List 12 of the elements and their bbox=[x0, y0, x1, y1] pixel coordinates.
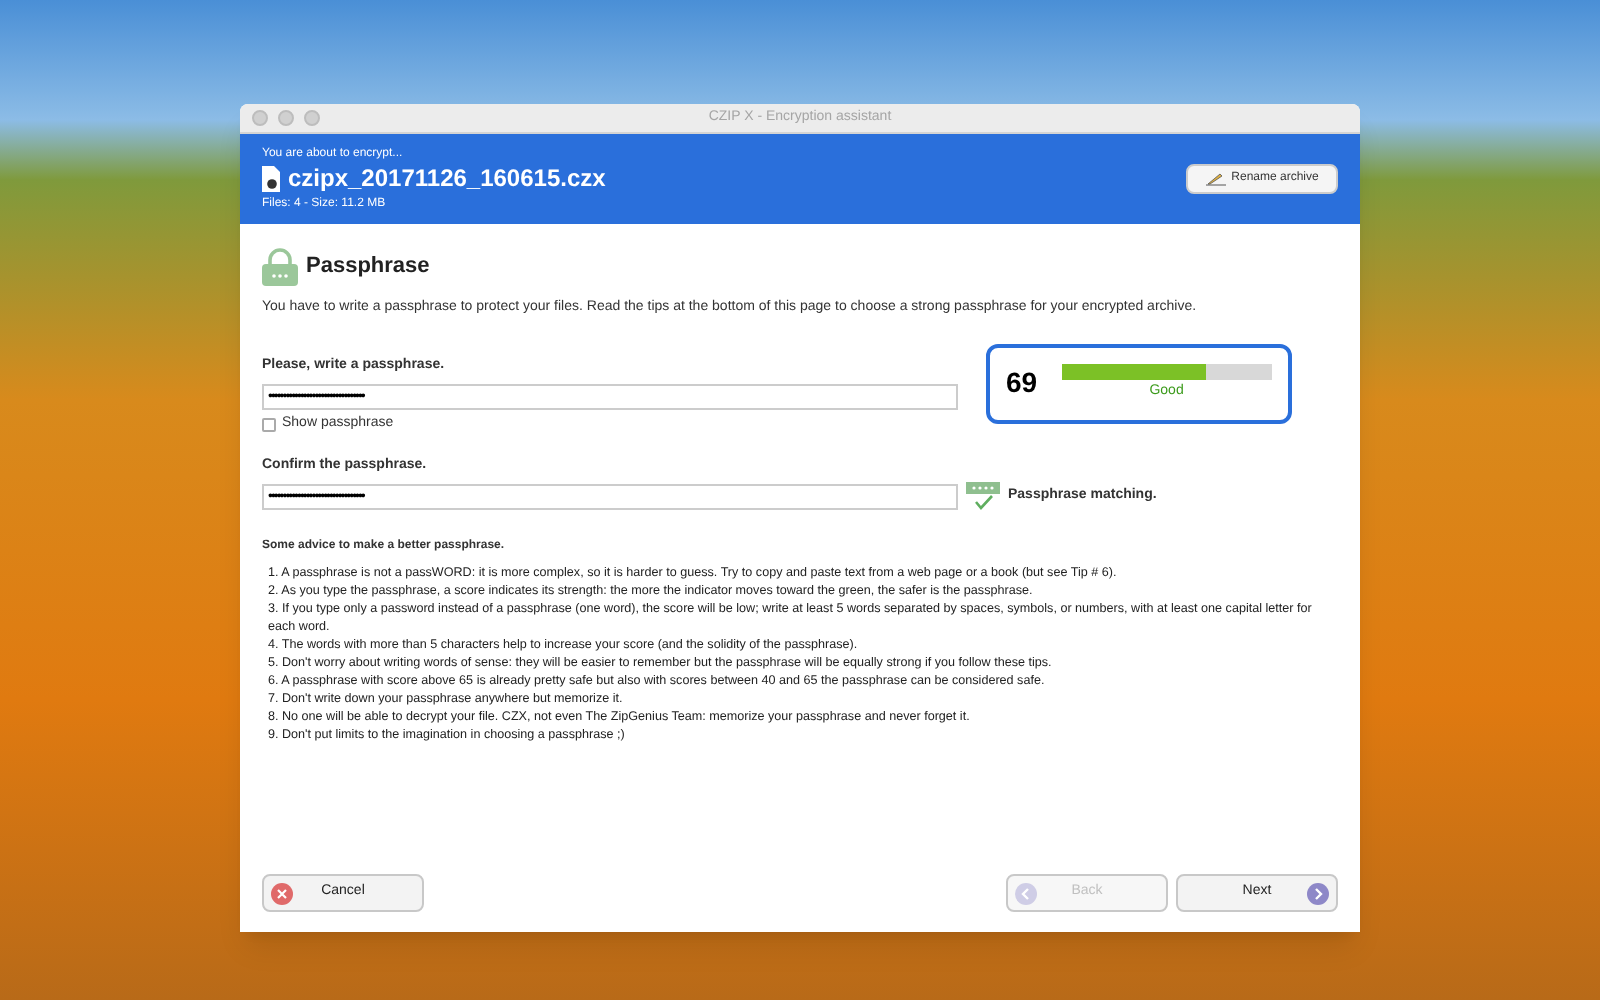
lock-icon bbox=[262, 248, 298, 286]
section-title: Passphrase bbox=[306, 252, 430, 283]
show-passphrase-checkbox[interactable] bbox=[262, 417, 276, 432]
pencil-icon bbox=[1205, 172, 1226, 186]
zoom-button[interactable] bbox=[304, 110, 320, 126]
archive-filename: czipx_20171126_160615.czx bbox=[288, 164, 606, 194]
file-icon bbox=[262, 166, 280, 192]
strength-score: 69 bbox=[1006, 364, 1038, 402]
cancel-icon bbox=[270, 881, 294, 905]
matching-check-icon bbox=[966, 482, 1000, 510]
close-button[interactable] bbox=[252, 110, 268, 126]
minimize-button[interactable] bbox=[278, 110, 294, 126]
